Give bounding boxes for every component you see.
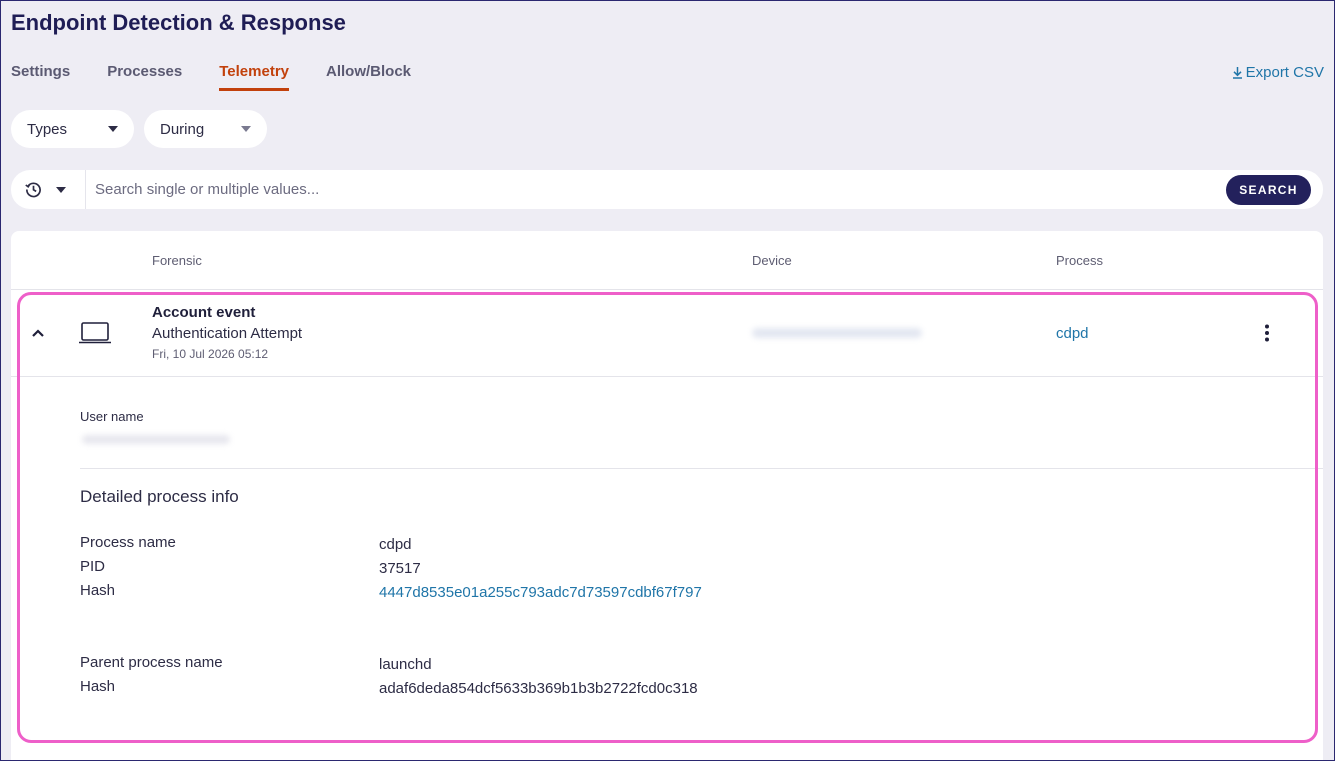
pid-value: 37517 (379, 560, 421, 577)
tab-bar: Settings Processes Telemetry Allow/Block (11, 63, 448, 91)
pid-label: PID (80, 558, 106, 575)
user-name-label: User name (80, 409, 144, 424)
parent-hash-label: Hash (80, 678, 116, 695)
during-filter-dropdown[interactable]: During (144, 110, 267, 148)
hash-link[interactable]: 4447d8535e01a255c793adc7d73597cdbf67f797 (379, 584, 702, 601)
detail-section-title: Detailed process info (80, 487, 239, 506)
chevron-up-icon[interactable] (31, 328, 45, 338)
device-name-redacted (752, 328, 922, 338)
telemetry-table: Forensic Device Process Account event Au… (11, 231, 1323, 761)
event-subtype: Authentication Attempt (152, 325, 303, 342)
export-csv-link[interactable]: Export CSV (1232, 64, 1324, 81)
search-input[interactable] (86, 171, 1218, 208)
divider (80, 468, 1323, 469)
download-icon (1232, 67, 1242, 79)
search-bar: SEARCH (11, 170, 1323, 209)
page-title: Endpoint Detection & Response (11, 10, 346, 35)
column-header-forensic: Forensic (152, 253, 202, 268)
process-name-label: Process name (80, 534, 176, 551)
laptop-icon (79, 322, 111, 344)
history-icon (25, 182, 41, 198)
table-row[interactable]: Account event Authentication Attempt Fri… (11, 290, 1323, 377)
table-header: Forensic Device Process (11, 231, 1323, 290)
during-filter-label: During (160, 120, 205, 138)
search-history-dropdown[interactable] (11, 170, 86, 209)
event-timestamp: Fri, 10 Jul 2026 05:12 (152, 347, 269, 361)
user-name-value-redacted (82, 435, 230, 444)
caret-down-icon (108, 126, 118, 132)
process-name-value: cdpd (379, 536, 412, 553)
parent-process-name-value: launchd (379, 656, 432, 673)
tab-allow-block[interactable]: Allow/Block (326, 63, 411, 91)
column-header-process: Process (1056, 253, 1103, 268)
caret-down-icon (241, 126, 251, 132)
parent-hash-value: adaf6deda854dcf5633b369b1b3b2722fcd0c318 (379, 680, 698, 697)
column-header-device: Device (752, 253, 792, 268)
event-type: Account event (152, 304, 256, 321)
tab-settings[interactable]: Settings (11, 63, 70, 91)
types-filter-dropdown[interactable]: Types (11, 110, 134, 148)
search-button[interactable]: SEARCH (1226, 174, 1311, 205)
caret-down-icon (56, 186, 66, 193)
hash-label: Hash (80, 582, 116, 599)
tab-processes[interactable]: Processes (107, 63, 182, 91)
process-link[interactable]: cdpd (1056, 325, 1089, 342)
parent-process-name-label: Parent process name (80, 654, 223, 671)
types-filter-label: Types (27, 120, 68, 138)
more-options-icon[interactable] (1257, 323, 1277, 343)
tab-telemetry[interactable]: Telemetry (219, 63, 290, 91)
export-csv-label: Export CSV (1245, 64, 1324, 81)
